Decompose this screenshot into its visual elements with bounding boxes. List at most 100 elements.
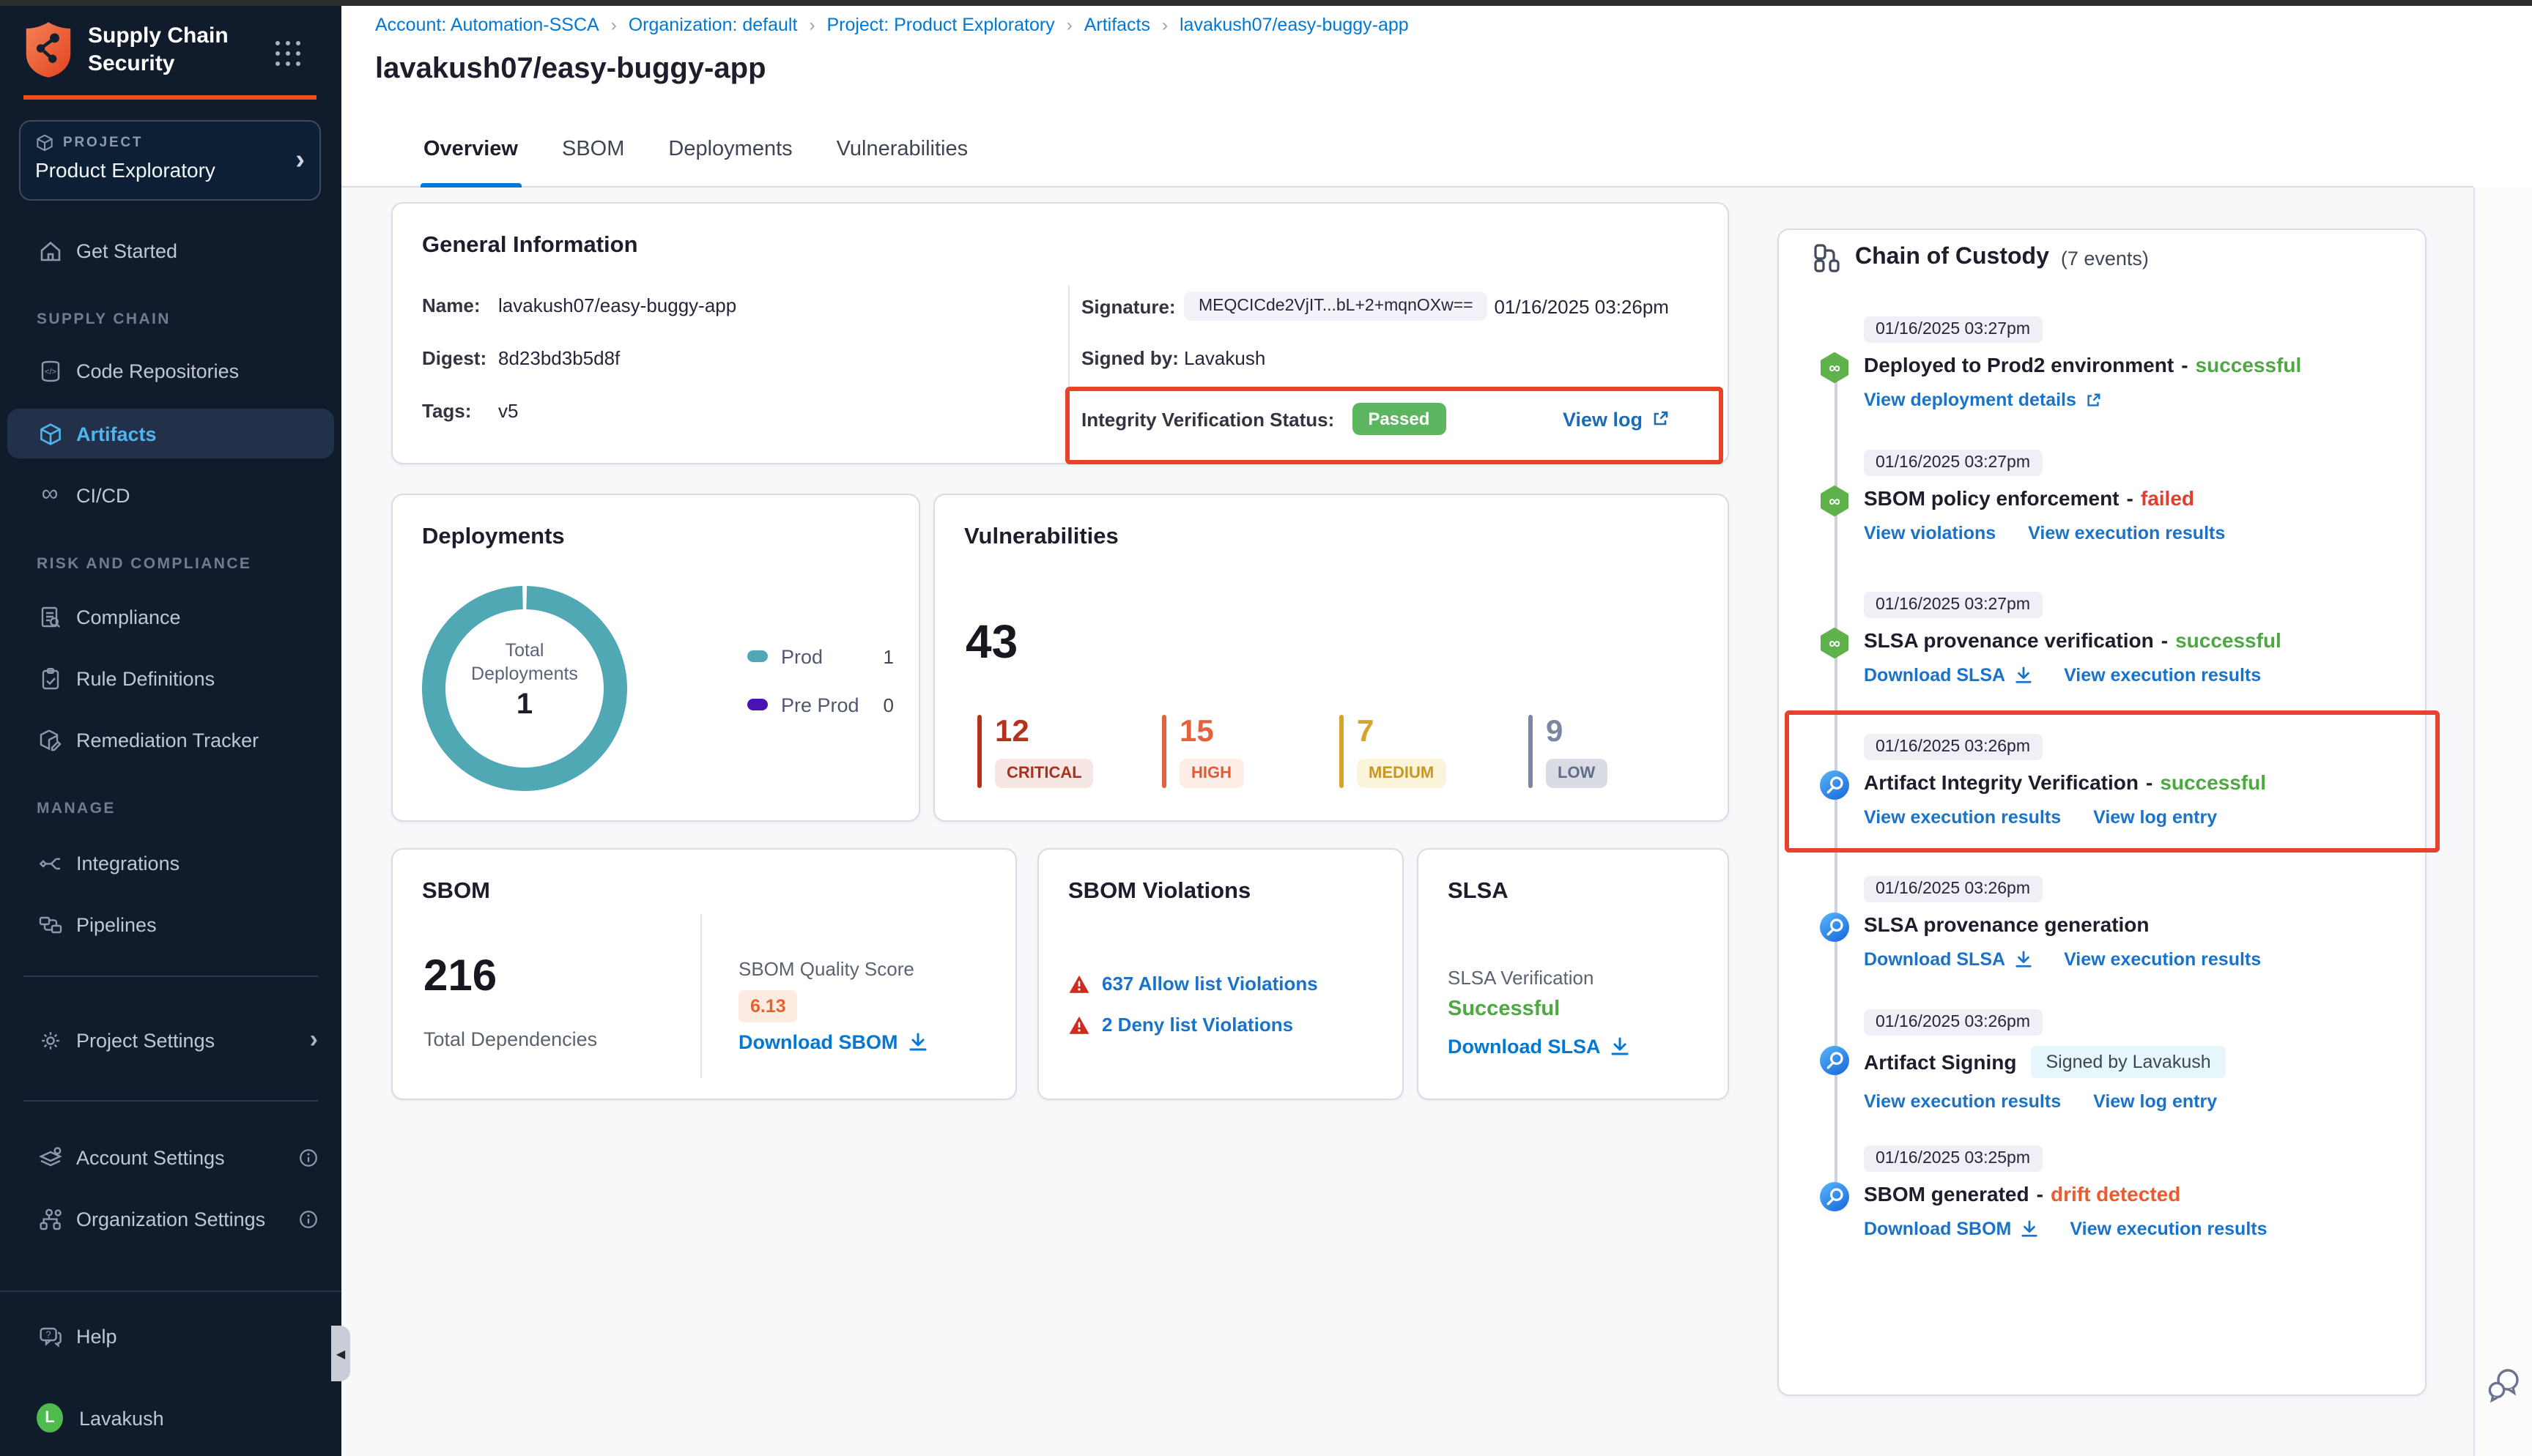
sidebar-item-cicd[interactable]: ∞ CI/CD — [0, 470, 341, 520]
signed-by-value: Lavakush — [1184, 347, 1265, 369]
scan-circle-icon — [1818, 1044, 1851, 1077]
sbom-quality-label: SBOM Quality Score — [738, 958, 914, 980]
sidebar-item-compliance[interactable]: Compliance — [0, 592, 341, 642]
donut-center-label-2: Deployments — [422, 662, 627, 686]
chat-icon[interactable] — [2485, 1365, 2523, 1403]
coc-event-artifact-signing: 01/16/2025 03:26pm Artifact Signing Sign… — [1864, 1008, 2405, 1112]
event-name: SBOM generated — [1864, 1182, 2029, 1206]
deny-list-violations-link[interactable]: 2 Deny list Violations — [1068, 1014, 1293, 1036]
sidebar-item-project-settings[interactable]: Project Settings › — [0, 1015, 341, 1065]
breadcrumb-organization[interactable]: Organization: default — [629, 15, 798, 35]
view-log-link[interactable]: View log — [1563, 408, 1669, 430]
tab-bar: Overview SBOM Deployments Vulnerabilitie… — [341, 111, 2473, 187]
severity-badge: MEDIUM — [1357, 759, 1445, 788]
sidebar-item-help[interactable]: ? Help — [0, 1311, 341, 1361]
chevron-right-icon: › — [295, 146, 305, 174]
view-execution-results-link[interactable]: View execution results — [1864, 1091, 2061, 1112]
deployments-donut-chart: Total Deployments 1 — [422, 586, 627, 791]
chain-of-custody-icon — [1813, 243, 1842, 272]
app-switcher-icon[interactable] — [275, 41, 305, 70]
sidebar-item-organization-settings[interactable]: Organization Settings — [0, 1194, 341, 1244]
sidebar-item-rule-definitions[interactable]: Rule Definitions — [0, 653, 341, 703]
signature-timestamp: 01/16/2025 03:26pm — [1494, 295, 1669, 317]
deployments-card: Deployments Total Deployments 1 Prod 1 P… — [391, 494, 920, 822]
project-selector[interactable]: PROJECT Product Exploratory › — [19, 120, 321, 201]
sidebar-item-get-started[interactable]: Get Started — [0, 226, 341, 275]
download-slsa-link[interactable]: Download SLSA — [1864, 665, 2032, 686]
sidebar-item-remediation-tracker[interactable]: Remediation Tracker — [0, 715, 341, 765]
tags-label: Tags: — [422, 400, 498, 422]
sidebar-item-integrations[interactable]: Integrations — [0, 838, 341, 888]
severity-low: 9 LOW — [1528, 715, 1607, 788]
event-name: Deployed to Prod2 environment — [1864, 353, 2174, 376]
vertical-divider — [700, 914, 702, 1078]
pipeline-hexagon-icon: ∞ — [1818, 627, 1851, 659]
breadcrumb-account[interactable]: Account: Automation-SSCA — [375, 15, 599, 35]
download-slsa-link[interactable]: Download SLSA — [1864, 949, 2032, 970]
warning-triangle-icon — [1068, 973, 1090, 994]
donut-center-label-1: Total — [422, 639, 627, 662]
download-slsa-link[interactable]: Download SLSA — [1448, 1036, 1630, 1058]
project-label: PROJECT — [63, 135, 143, 151]
scan-circle-icon — [1818, 769, 1851, 801]
view-log-entry-link[interactable]: View log entry — [2093, 807, 2217, 828]
view-violations-link[interactable]: View violations — [1864, 523, 1996, 543]
view-execution-results-link[interactable]: View execution results — [2028, 523, 2225, 543]
breadcrumb-artifacts[interactable]: Artifacts — [1084, 15, 1150, 35]
view-execution-results-link[interactable]: View execution results — [1864, 807, 2061, 828]
clipboard-check-icon — [37, 665, 63, 691]
tab-sbom[interactable]: SBOM — [562, 111, 624, 187]
event-status: successful — [2160, 770, 2266, 794]
view-log-entry-link[interactable]: View log entry — [2093, 1091, 2217, 1112]
event-status: successful — [2175, 628, 2281, 652]
view-execution-results-link[interactable]: View execution results — [2070, 1219, 2267, 1239]
code-repository-icon: </> — [37, 357, 63, 384]
view-deployment-details-link[interactable]: View deployment details — [1864, 390, 2101, 410]
app-logo[interactable]: Supply Chain Security — [23, 21, 229, 79]
chevron-right-icon: › — [310, 1025, 318, 1055]
tab-overview[interactable]: Overview — [423, 111, 518, 187]
accent-rule — [23, 95, 316, 100]
allow-list-violations-link[interactable]: 637 Allow list Violations — [1068, 973, 1318, 995]
avatar: L — [37, 1405, 63, 1431]
tab-deployments[interactable]: Deployments — [668, 111, 792, 187]
panel-title: Chain of Custody — [1855, 245, 2049, 271]
right-edge-strip — [2473, 187, 2532, 1456]
sidebar-item-code-repositories[interactable]: </> Code Repositories — [0, 346, 341, 395]
event-timestamp: 01/16/2025 03:26pm — [1864, 876, 2042, 902]
card-title: Vulnerabilities — [964, 524, 1119, 551]
view-execution-results-link[interactable]: View execution results — [2064, 665, 2261, 686]
svg-text:?: ? — [45, 1329, 50, 1340]
signed-by-badge: Signed by Lavakush — [2031, 1046, 2225, 1078]
download-sbom-link[interactable]: Download SBOM — [738, 1031, 928, 1053]
sidebar-item-pipelines[interactable]: Pipelines — [0, 899, 341, 949]
tab-vulnerabilities[interactable]: Vulnerabilities — [837, 111, 968, 187]
user-menu[interactable]: L Lavakush — [0, 1393, 341, 1443]
view-execution-results-link[interactable]: View execution results — [2064, 949, 2261, 970]
help-chat-icon: ? — [37, 1323, 63, 1349]
svg-text:∞: ∞ — [1829, 359, 1840, 377]
download-icon — [908, 1033, 928, 1052]
sbom-total-label: Total Dependencies — [423, 1028, 597, 1050]
severity-medium: 7 MEDIUM — [1339, 715, 1445, 788]
breadcrumb-project[interactable]: Project: Product Exploratory — [826, 15, 1054, 35]
sidebar-collapse-handle[interactable]: ◀ — [331, 1326, 350, 1381]
sidebar: Supply Chain Security PROJECT Product Ex… — [0, 0, 341, 1456]
deployments-legend: Prod 1 Pre Prod 0 — [747, 642, 894, 738]
project-name: Product Exploratory — [35, 158, 305, 182]
legend-item-prod: Prod 1 — [747, 642, 894, 671]
infinity-icon: ∞ — [37, 482, 63, 508]
sidebar-item-artifacts[interactable]: Artifacts — [7, 409, 334, 458]
sidebar-item-account-settings[interactable]: Account Settings — [0, 1132, 341, 1182]
download-sbom-link[interactable]: Download SBOM — [1864, 1219, 2037, 1239]
vulnerabilities-total: 43 — [966, 615, 1018, 669]
download-icon — [2014, 951, 2032, 968]
signed-by-label: Signed by: — [1081, 347, 1184, 369]
event-status: successful — [2196, 353, 2302, 376]
severity-bar — [977, 715, 982, 788]
window-top-strip — [0, 0, 2532, 6]
breadcrumb-separator: › — [797, 15, 826, 35]
breadcrumb-current[interactable]: lavakush07/easy-buggy-app — [1180, 15, 1409, 35]
donut-center-value: 1 — [422, 688, 627, 722]
name-value: lavakush07/easy-buggy-app — [498, 294, 736, 316]
